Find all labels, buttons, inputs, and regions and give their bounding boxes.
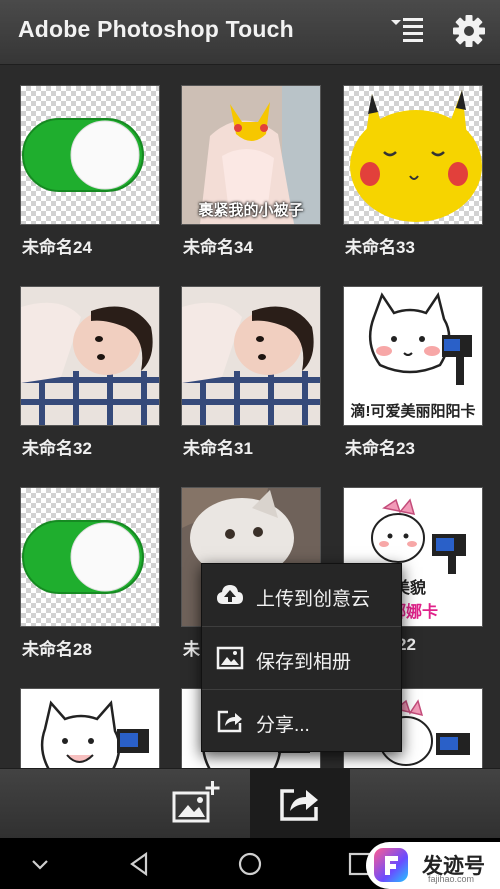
- project-thumbnail: [20, 286, 160, 426]
- image-icon: [216, 646, 244, 670]
- project-tile[interactable]: 裹紧我的小被子 未命名34: [181, 85, 321, 258]
- menu-item-label: 保存到相册: [256, 652, 352, 673]
- project-name: 未命名28: [22, 640, 92, 659]
- project-name: 未命名32: [22, 439, 92, 458]
- project-tile[interactable]: 未命名32: [20, 286, 160, 459]
- sort-button[interactable]: [387, 10, 429, 52]
- home-icon[interactable]: [234, 848, 266, 880]
- sort-list-icon: [391, 18, 423, 42]
- thumbnail-caption: 滴!可爱美丽阳阳卡: [350, 403, 476, 420]
- project-tile[interactable]: 滴!可爱美丽阳阳卡 未命名23: [343, 286, 483, 459]
- project-name: 未命名31: [183, 439, 253, 458]
- cloud-upload-icon: [217, 585, 243, 604]
- menu-item-save-to-album[interactable]: 保存到相册: [202, 627, 401, 690]
- project-tile[interactable]: 未命名28: [20, 487, 160, 660]
- project-tile[interactable]: 未命名24: [20, 85, 160, 258]
- project-thumbnail: [181, 286, 321, 426]
- project-thumbnail: [20, 85, 160, 225]
- add-image-icon: [172, 781, 220, 823]
- project-thumbnail: 裹紧我的小被子: [181, 85, 321, 225]
- project-tile[interactable]: 未命名31: [181, 286, 321, 459]
- project-name: 未命名34: [183, 238, 253, 257]
- watermark-subtext: fajihao.com: [428, 874, 475, 884]
- share-icon: [217, 710, 242, 733]
- watermark-logo: [374, 848, 408, 882]
- project-name: 未命名33: [345, 238, 415, 257]
- project-tile[interactable]: 未命名33: [343, 85, 483, 258]
- app-toolbar: Adobe Photoshop Touch: [0, 0, 500, 65]
- project-thumbnail: 滴!可爱美丽阳阳卡: [343, 286, 483, 426]
- settings-button[interactable]: [448, 10, 490, 52]
- menu-item-label: 分享...: [256, 715, 310, 736]
- project-thumbnail: [343, 85, 483, 225]
- menu-item-upload-creative-cloud[interactable]: 上传到创意云: [202, 564, 401, 627]
- menu-item-label: 上传到创意云: [256, 589, 371, 610]
- thumbnail-caption: 裹紧我的小被子: [198, 202, 304, 219]
- watermark: 发迹号 fajihao.com: [366, 842, 500, 889]
- project-thumbnail: [20, 487, 160, 627]
- menu-item-share[interactable]: 分享...: [202, 690, 401, 752]
- share-button[interactable]: [250, 769, 350, 839]
- back-icon[interactable]: [124, 848, 156, 880]
- project-thumbnail: [20, 688, 160, 768]
- chevron-down-icon[interactable]: [24, 848, 56, 880]
- share-icon: [280, 789, 318, 821]
- project-name: 未命名24: [22, 238, 92, 257]
- bottom-action-bar: [0, 768, 500, 839]
- gear-icon: [453, 15, 485, 47]
- context-menu: 上传到创意云 保存到相册 分享...: [201, 563, 402, 752]
- app-title: Adobe Photoshop Touch: [18, 16, 294, 42]
- project-tile[interactable]: [20, 688, 160, 768]
- project-name: 未命名23: [345, 439, 415, 458]
- add-image-button[interactable]: [148, 769, 248, 839]
